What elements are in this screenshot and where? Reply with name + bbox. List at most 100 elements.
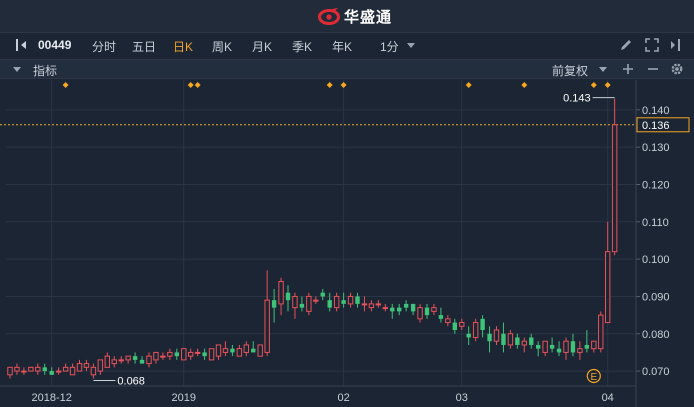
candle-body-up xyxy=(598,314,604,350)
candle-body-down xyxy=(202,352,207,357)
chart-background xyxy=(0,79,694,407)
candle-body-up xyxy=(153,351,159,361)
candle-body-down xyxy=(230,348,235,353)
candle-body-up xyxy=(431,307,437,312)
candle-body-up xyxy=(292,295,298,309)
candle-body-up xyxy=(264,299,270,353)
candle-body-up xyxy=(611,124,618,253)
candle-body-up xyxy=(28,366,34,372)
candle-body-down xyxy=(320,292,325,297)
x-tick-label: 02 xyxy=(337,392,349,404)
dropdown-icon[interactable] xyxy=(598,64,608,74)
panel-toggle-icon[interactable] xyxy=(13,37,29,53)
indicator-bar: 指标 前复权 xyxy=(0,60,694,79)
candle-body-down xyxy=(549,344,555,349)
candle-body-down xyxy=(299,303,305,308)
candle-body-up xyxy=(563,340,569,353)
tab-intraday[interactable]: 分时 xyxy=(92,38,116,55)
candle-body-down xyxy=(487,333,492,342)
candle-body-up xyxy=(97,359,104,372)
candle-body-down xyxy=(515,337,520,345)
candle-body-up xyxy=(146,355,152,365)
candle-body-down xyxy=(403,303,409,308)
candle-body-down xyxy=(424,307,430,316)
candle-body-down xyxy=(480,318,485,331)
gear-icon[interactable] xyxy=(670,62,684,76)
candle-body-up xyxy=(313,299,319,302)
candle-body-up xyxy=(125,355,131,361)
sidebar-collapse-icon[interactable] xyxy=(668,37,684,53)
brand: 华盛通 xyxy=(318,6,392,26)
candle-body-up xyxy=(111,359,117,365)
candle-body-up xyxy=(459,322,465,327)
stock-code: 00449 xyxy=(38,38,72,52)
candle-body-up xyxy=(83,363,90,368)
candle-body-up xyxy=(472,322,479,338)
candle-body-down xyxy=(271,300,277,308)
candle-body-up xyxy=(591,340,597,350)
candle-body-up xyxy=(521,340,527,346)
candle-body-down xyxy=(556,348,562,353)
candle-body-down xyxy=(410,303,416,312)
brand-bar: 华盛通 xyxy=(0,0,694,33)
candle-body-up xyxy=(542,340,548,353)
candle-body-up xyxy=(188,351,194,357)
y-tick-label: 0.110 xyxy=(642,217,669,229)
y-tick-label: 0.140 xyxy=(642,105,670,117)
candlestick-chart[interactable]: 0.136 E 0.1430.068 0.0700.0800.0900.1000… xyxy=(0,79,694,407)
candle-body-down xyxy=(570,341,576,353)
candle-body-down xyxy=(139,359,145,364)
candle-body-up xyxy=(368,303,375,309)
candle-body-down xyxy=(529,337,534,345)
candle-body-down xyxy=(536,344,541,349)
candle-body-up xyxy=(76,363,83,372)
interval-select[interactable]: 1分 xyxy=(380,38,399,55)
candle-body-up xyxy=(208,348,215,361)
indicator-label[interactable]: 指标 xyxy=(33,62,57,79)
candle-body-down xyxy=(501,333,506,345)
tab-quarterly-k[interactable]: 季K xyxy=(292,38,312,55)
candle-body-down xyxy=(251,348,256,353)
candle-body-up xyxy=(382,307,389,310)
plus-icon[interactable] xyxy=(622,63,634,75)
minus-icon[interactable] xyxy=(647,63,659,75)
candle-body-down xyxy=(49,371,54,375)
candle-body-up xyxy=(278,281,284,305)
candle-body-up xyxy=(160,355,166,358)
candle-body-up xyxy=(347,295,354,305)
collapse-triangle-icon[interactable] xyxy=(12,64,22,74)
candle-body-up xyxy=(257,344,263,357)
candle-body-down xyxy=(438,315,444,319)
pencil-icon[interactable] xyxy=(618,37,634,53)
event-badge-label: E xyxy=(590,372,597,383)
candle-body-up xyxy=(417,307,423,320)
candle-body-up xyxy=(577,348,583,353)
current-price-label: 0.136 xyxy=(642,120,670,132)
candle-body-up xyxy=(243,344,250,353)
interval-dropdown-icon[interactable] xyxy=(403,37,419,53)
y-tick-label: 0.090 xyxy=(642,291,670,303)
candle-body-down xyxy=(132,356,138,360)
tab-yearly-k[interactable]: 年K xyxy=(332,38,352,55)
y-tick-label: 0.100 xyxy=(642,254,670,266)
candle-body-up xyxy=(215,344,222,357)
candle-body-up xyxy=(222,348,229,353)
tab-weekly-k[interactable]: 周K xyxy=(212,38,232,55)
candle-body-down xyxy=(327,300,332,308)
candle-body-up xyxy=(118,359,124,362)
adjust-mode-select[interactable]: 前复权 xyxy=(552,62,588,79)
candle-body-up xyxy=(333,295,340,309)
x-tick-label: 03 xyxy=(456,392,468,404)
tab-monthly-k[interactable]: 月K xyxy=(252,38,272,55)
candle-body-up xyxy=(7,366,13,376)
candle-body-up xyxy=(69,366,76,376)
fullscreen-icon[interactable] xyxy=(644,37,660,53)
tab-five-day[interactable]: 五日 xyxy=(132,38,156,55)
x-tick-label: 2019 xyxy=(172,392,196,404)
max-annotation-label: 0.143 xyxy=(563,93,591,105)
y-tick-label: 0.070 xyxy=(642,366,670,378)
candle-body-down xyxy=(42,367,47,372)
candle-body-down xyxy=(341,300,346,304)
tab-daily-k[interactable]: 日K xyxy=(173,38,193,55)
candle-body-up xyxy=(236,348,243,357)
